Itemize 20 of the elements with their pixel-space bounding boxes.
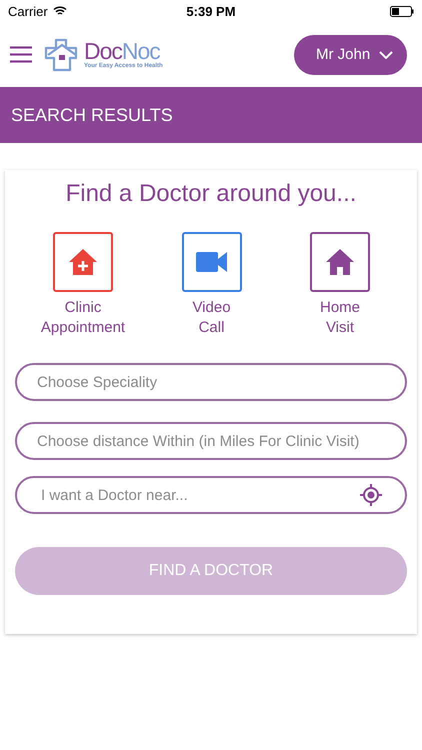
location-field[interactable]: I want a Doctor near... (15, 476, 407, 514)
card-title: Find a Doctor around you... (64, 180, 358, 208)
carrier-name: Carrier (8, 4, 48, 18)
chevron-down-icon (379, 50, 393, 58)
logo-wordmark: DocNoc (84, 40, 160, 63)
banner-title: SEARCH RESULTS (11, 104, 173, 126)
locate-icon[interactable] (360, 484, 382, 506)
visit-type-option[interactable]: Home Visit (290, 232, 390, 338)
select-field[interactable]: Choose distance Within (in Miles For Clinic Visit) (15, 422, 407, 460)
house-icon (325, 248, 355, 276)
menu-icon[interactable] (10, 46, 32, 63)
clinic-house-plus-icon (68, 248, 98, 276)
battery-icon (390, 6, 414, 16)
status-time: 5:39 PM (186, 4, 236, 18)
user-menu-button[interactable]: Mr John (294, 34, 407, 74)
video-camera-icon (196, 251, 228, 273)
visit-type-option[interactable]: Video Call (162, 232, 262, 338)
visit-type-option[interactable]: Clinic Appointment (33, 232, 133, 338)
select-field[interactable]: Choose Speciality (15, 363, 407, 401)
wifi-icon (52, 6, 67, 16)
